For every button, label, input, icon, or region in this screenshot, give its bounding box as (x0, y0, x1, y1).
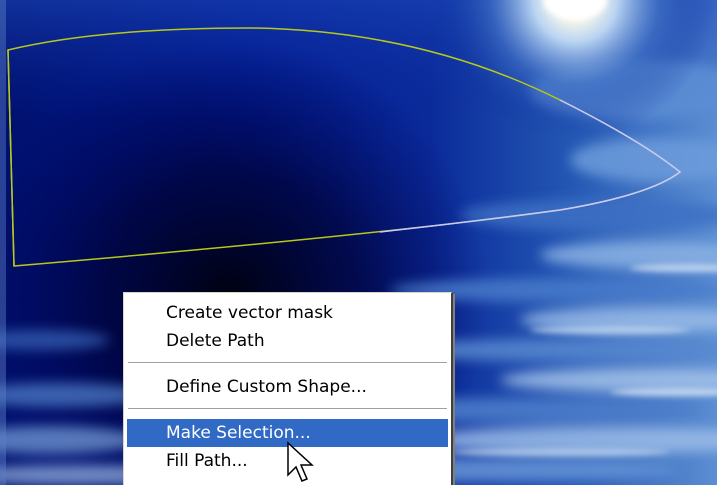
menu-item-delete-path[interactable]: Delete Path (124, 327, 451, 355)
photoshop-document: Create vector mask Delete Path Define Cu… (0, 0, 717, 485)
menu-separator (128, 408, 447, 412)
menu-separator (128, 362, 447, 366)
menu-item-define-custom-shape[interactable]: Define Custom Shape... (124, 373, 451, 401)
menu-item-create-vector-mask[interactable]: Create vector mask (124, 299, 451, 327)
arrow-pointer-icon (287, 441, 314, 482)
